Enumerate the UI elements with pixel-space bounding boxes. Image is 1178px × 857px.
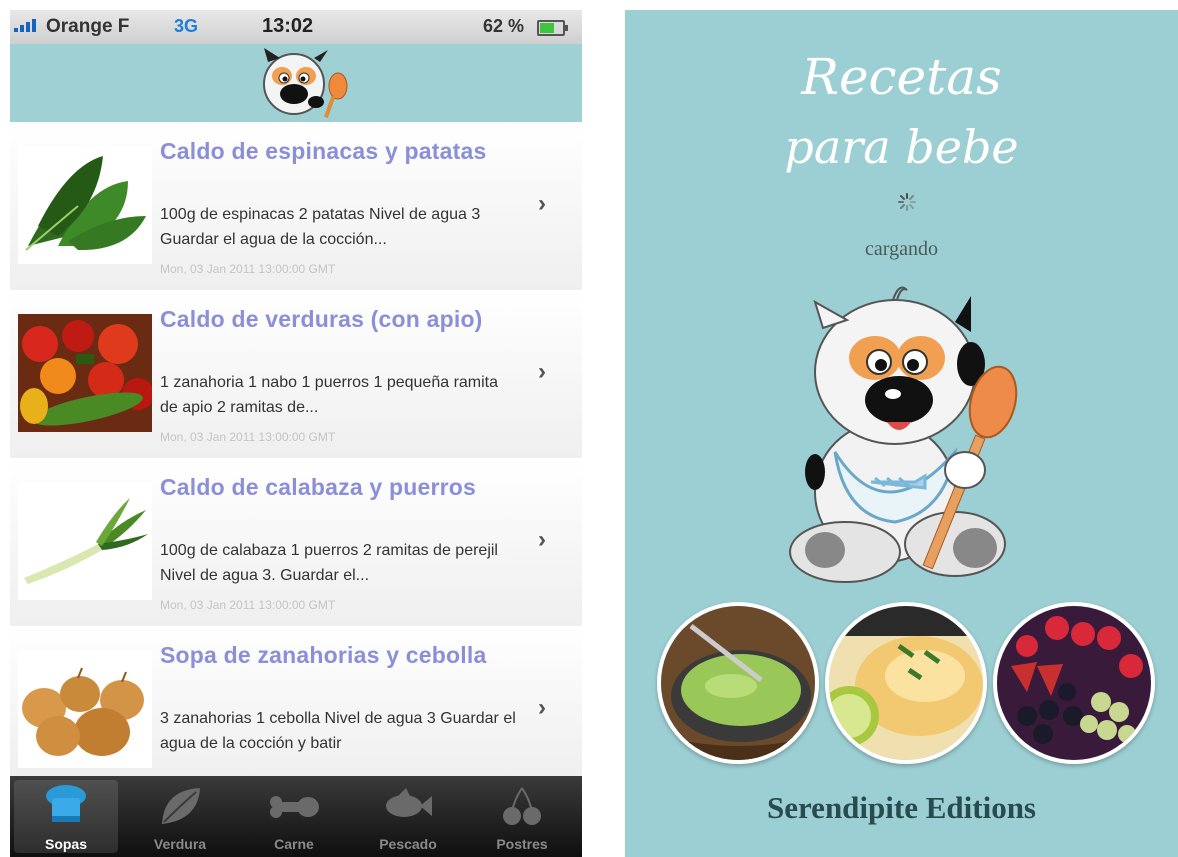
recipe-list-screen: Orange F 3G 13:02 62 % Caldo de espinaca… (10, 10, 582, 857)
signal-icon (14, 18, 36, 32)
tab-label: Postres (496, 836, 548, 852)
app-header (10, 44, 582, 123)
leek-thumbnail (18, 482, 152, 600)
loading-spinner-icon (898, 193, 916, 211)
list-item[interactable]: Caldo de verduras (con apio) 1 zanahoria… (10, 290, 582, 459)
loading-text: cargando (865, 238, 938, 260)
recipe-date: Mon, 03 Jan 2011 13:00:00 GMT (160, 430, 336, 444)
tab-label: Carne (274, 836, 314, 852)
onions-thumbnail (18, 650, 152, 768)
splash-title-line1: Recetas (801, 48, 1002, 106)
clock: 13:02 (262, 15, 314, 37)
status-bar: Orange F 3G 13:02 62 % (10, 10, 582, 45)
tab-postres[interactable]: Postres (470, 780, 574, 853)
recipe-date: Mon, 03 Jan 2011 13:00:00 GMT (160, 598, 336, 612)
list-item[interactable]: Sopa de zanahorias y cebolla 3 zanahoria… (10, 626, 582, 777)
recipe-title: Caldo de calabaza y puerros (160, 474, 477, 500)
carrier-name: Orange F (46, 16, 130, 37)
cat-mascot-illustration (789, 286, 1018, 583)
tab-label: Pescado (379, 836, 437, 852)
tab-label: Verdura (153, 836, 207, 852)
network-type: 3G (174, 16, 199, 36)
berries-photo (993, 602, 1155, 764)
chef-hat-icon (46, 785, 86, 822)
chevron-right-icon: › (538, 358, 546, 385)
leaf-icon (162, 788, 200, 824)
list-item[interactable]: Caldo de calabaza y puerros 100g de cala… (10, 458, 582, 627)
recipe-description: 100g de calabaza 1 puerros 2 ramitas de … (160, 542, 498, 584)
chevron-right-icon: › (538, 694, 546, 721)
list-item[interactable]: Caldo de espinacas y patatas 100g de esp… (10, 122, 582, 291)
recipe-date: Mon, 03 Jan 2011 13:00:00 GMT (160, 262, 336, 276)
recipe-title: Sopa de zanahorias y cebolla (160, 642, 487, 668)
splash-title-line2: para bebe (784, 120, 1019, 174)
tab-pescado[interactable]: Pescado (356, 780, 460, 853)
battery-icon (537, 20, 568, 36)
tab-label: Sopas (44, 836, 87, 852)
publisher-name: Serendipite Editions (766, 790, 1036, 825)
soup-photo (657, 602, 819, 764)
bone-icon (270, 796, 319, 818)
recipe-list: Caldo de espinacas y patatas 100g de esp… (10, 122, 582, 777)
tab-sopas[interactable]: Sopas (14, 780, 118, 853)
battery-percent: 62 % (483, 16, 525, 36)
spinach-thumbnail (18, 146, 152, 264)
vegetables-thumbnail (18, 314, 152, 432)
recipe-description: 3 zanahorias 1 cebolla Nivel de agua 3 G… (160, 710, 516, 752)
recipe-title: Caldo de verduras (con apio) (160, 306, 483, 332)
chevron-right-icon: › (538, 526, 546, 553)
recipe-description: 100g de espinacas 2 patatas Nivel de agu… (160, 206, 481, 248)
chevron-right-icon: › (538, 190, 546, 217)
fish-icon (386, 788, 432, 817)
mascot-logo-icon (263, 48, 348, 118)
recipe-description: 1 zanahoria 1 nabo 1 puerros 1 pequeña r… (160, 374, 499, 416)
fish-dish-photo (825, 602, 987, 764)
tab-carne[interactable]: Carne (242, 780, 346, 853)
cherries-icon (503, 787, 541, 825)
tab-bar: Sopas Verdura Carne Pescado Postres (10, 776, 582, 857)
splash-screen: Recetas para bebe cargando Serendipite E… (625, 10, 1178, 857)
tab-verdura[interactable]: Verdura (128, 780, 232, 853)
recipe-title: Caldo de espinacas y patatas (160, 138, 487, 164)
